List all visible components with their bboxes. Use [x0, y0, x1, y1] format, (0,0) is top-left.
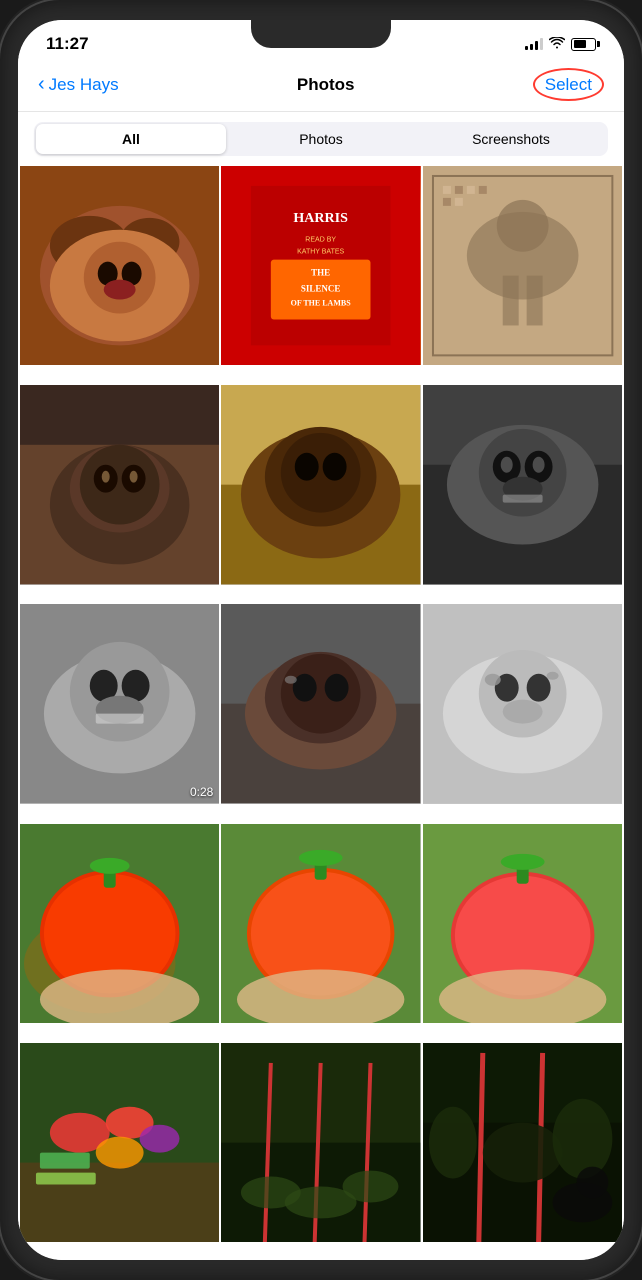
photo-cell[interactable]: [423, 1043, 622, 1242]
status-icons: [525, 37, 596, 52]
segment-photos[interactable]: Photos: [226, 124, 416, 154]
svg-text:SILENCE: SILENCE: [301, 284, 341, 294]
photo-cell[interactable]: [221, 1043, 420, 1242]
photo-grid: HARRIS READ BY KATHY BATES THE SILENCE O…: [18, 166, 624, 1260]
svg-text:HARRIS: HARRIS: [294, 211, 349, 226]
photo-cell[interactable]: 0:28: [20, 604, 219, 803]
segment-screenshots[interactable]: Screenshots: [416, 124, 606, 154]
wifi-icon: [549, 37, 565, 52]
svg-text:KATHY BATES: KATHY BATES: [297, 249, 344, 256]
notch: [251, 20, 391, 48]
phone-frame: 11:27: [0, 0, 642, 1280]
photo-cell[interactable]: HARRIS READ BY KATHY BATES THE SILENCE O…: [221, 166, 420, 365]
segment-control: All Photos Screenshots: [34, 122, 608, 156]
photo-cell[interactable]: [221, 385, 420, 584]
back-chevron-icon: ‹: [38, 73, 45, 96]
segment-all[interactable]: All: [36, 124, 226, 154]
select-button[interactable]: Select: [533, 68, 604, 101]
page-title: Photos: [297, 75, 355, 95]
battery-icon: [571, 38, 596, 51]
video-duration: 0:28: [190, 785, 213, 799]
svg-text:THE: THE: [311, 268, 330, 278]
photo-cell[interactable]: [20, 166, 219, 365]
svg-text:OF THE LAMBS: OF THE LAMBS: [291, 299, 352, 308]
photo-cell[interactable]: [423, 824, 622, 1023]
status-time: 11:27: [46, 34, 89, 54]
photo-cell[interactable]: [20, 1043, 219, 1242]
svg-text:READ BY: READ BY: [306, 237, 337, 244]
back-label: Jes Hays: [49, 75, 119, 95]
phone-screen: 11:27: [18, 20, 624, 1260]
nav-bar: ‹ Jes Hays Photos Select: [18, 62, 624, 112]
photo-cell[interactable]: [423, 604, 622, 803]
photo-cell[interactable]: [20, 824, 219, 1023]
back-button[interactable]: ‹ Jes Hays: [38, 74, 119, 96]
signal-icon: [525, 38, 543, 50]
photo-cell[interactable]: [423, 385, 622, 584]
photo-cell[interactable]: [221, 604, 420, 803]
photo-cell[interactable]: [20, 385, 219, 584]
photo-cell[interactable]: [423, 166, 622, 365]
photo-cell[interactable]: [221, 824, 420, 1023]
